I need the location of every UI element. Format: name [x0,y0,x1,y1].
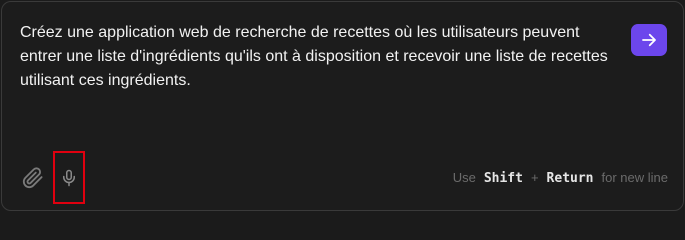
hint-suffix: for new line [601,170,668,185]
chat-input-panel: Créez une application web de recherche d… [1,1,684,211]
arrow-right-icon [642,33,656,47]
hint-prefix: Use [452,170,476,185]
paperclip-icon [22,167,43,189]
microphone-icon [63,169,75,186]
attach-button[interactable] [20,165,46,191]
shift-key-label: Shift [483,171,523,186]
prompt-textarea[interactable]: Créez une application web de recherche d… [20,21,620,93]
plus-sign: + [530,170,539,185]
send-button[interactable] [631,24,667,56]
newline-hint: Use Shift + Return for new line [453,170,668,186]
microphone-button[interactable] [53,151,85,204]
return-key-label: Return [546,171,594,186]
